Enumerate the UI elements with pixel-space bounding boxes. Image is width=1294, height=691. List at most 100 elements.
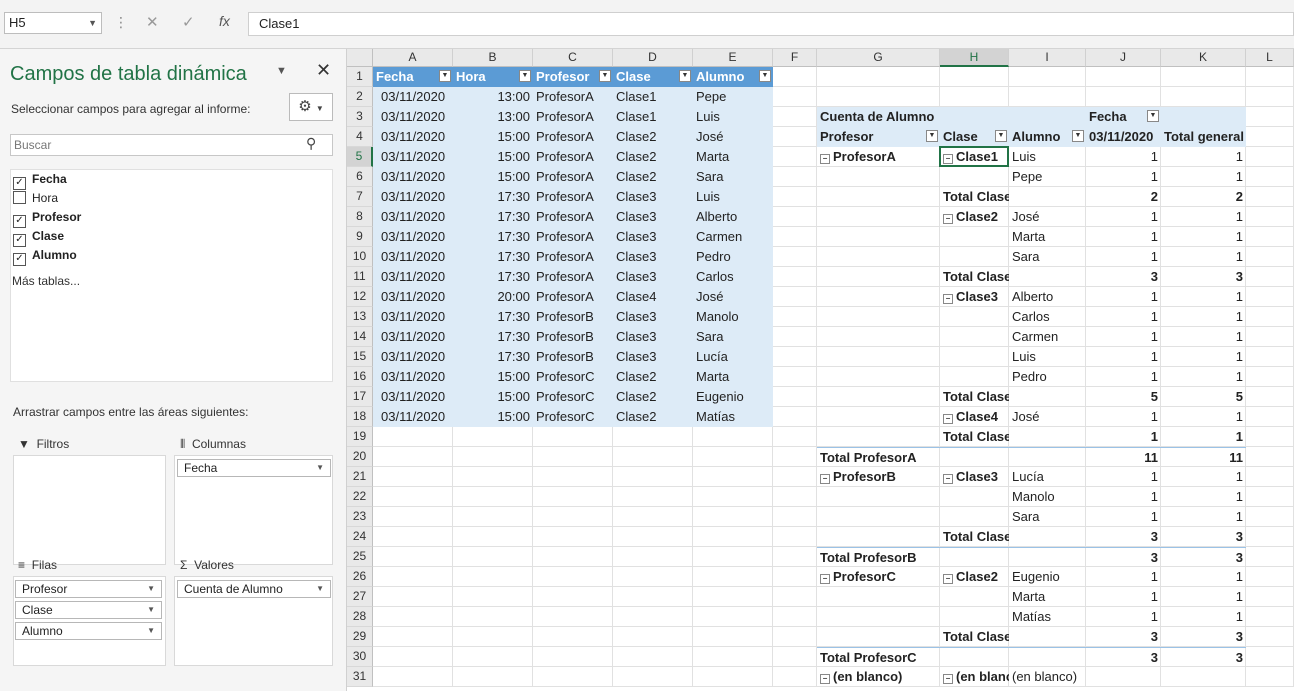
row-header-14[interactable]: 14 (347, 327, 373, 347)
pivot-value[interactable]: 1 (1086, 427, 1161, 447)
insert-function-icon[interactable]: fx (219, 13, 230, 29)
table-cell[interactable]: ProfesorC (533, 407, 613, 427)
pivot-value[interactable]: 1 (1086, 567, 1161, 587)
pivot-value[interactable]: 1 (1086, 147, 1161, 167)
pivot-value[interactable]: 1 (1161, 507, 1246, 527)
pivot-value[interactable]: 11 (1161, 447, 1246, 467)
pivot-value[interactable]: 1 (1161, 427, 1246, 447)
table-cell[interactable]: Luis (693, 107, 773, 127)
pivot-value[interactable]: 1 (1086, 587, 1161, 607)
pivot-value[interactable]: 5 (1161, 387, 1246, 407)
table-cell[interactable]: 03/11/2020 (373, 227, 453, 247)
row-header-26[interactable]: 26 (347, 567, 373, 587)
pivot-value[interactable]: 1 (1086, 407, 1161, 427)
pivot-value[interactable]: 1 (1161, 487, 1246, 507)
pivot-row-label[interactable]: − Clase2 (940, 567, 1009, 587)
pivot-row-label[interactable] (940, 347, 1009, 367)
row-header-22[interactable]: 22 (347, 487, 373, 507)
pivot-row-label[interactable]: Eugenio (1009, 567, 1086, 587)
table-cell[interactable]: Clase3 (613, 267, 693, 287)
row-header-13[interactable]: 13 (347, 307, 373, 327)
table-cell[interactable]: 17:30 (453, 247, 533, 267)
pivot-value[interactable]: 3 (1161, 527, 1246, 547)
pivot-row-header-clase[interactable]: Clase ▼ (940, 127, 1009, 147)
table-cell[interactable]: ProfesorB (533, 347, 613, 367)
collapse-icon[interactable]: − (943, 574, 953, 584)
table-cell[interactable]: José (693, 287, 773, 307)
filter-dropdown-icon[interactable]: ▼ (759, 70, 771, 82)
pivot-row-label[interactable]: Carmen (1009, 327, 1086, 347)
pivot-row-label[interactable]: Carlos (1009, 307, 1086, 327)
pivot-row-label[interactable] (1009, 387, 1086, 407)
table-cell[interactable]: Sara (693, 327, 773, 347)
pivot-row-label[interactable]: − Clase3 (940, 287, 1009, 307)
table-header-alumno[interactable]: Alumno ▼ (693, 67, 773, 87)
row-header-4[interactable]: 4 (347, 127, 373, 147)
table-cell[interactable]: Clase3 (613, 307, 693, 327)
table-cell[interactable]: 15:00 (453, 167, 533, 187)
pivot-value[interactable]: 1 (1161, 227, 1246, 247)
pivot-row-label[interactable] (817, 307, 940, 327)
pivot-value[interactable]: 1 (1086, 307, 1161, 327)
pivot-row-label[interactable] (817, 507, 940, 527)
table-cell[interactable]: ProfesorA (533, 127, 613, 147)
table-cell[interactable]: Pedro (693, 247, 773, 267)
pivot-row-label[interactable] (817, 267, 940, 287)
pivot-row-label[interactable] (817, 387, 940, 407)
column-header-c[interactable]: C (533, 49, 613, 67)
column-header-e[interactable]: E (693, 49, 773, 67)
table-cell[interactable]: 03/11/2020 (373, 247, 453, 267)
collapse-icon[interactable]: − (820, 154, 830, 164)
table-cell[interactable]: Clase2 (613, 127, 693, 147)
pivot-value[interactable]: 3 (1086, 627, 1161, 647)
pivot-value[interactable]: 1 (1086, 487, 1161, 507)
pivot-row-label[interactable]: − Clase2 (940, 207, 1009, 227)
pivot-value[interactable]: 1 (1161, 167, 1246, 187)
pivot-value[interactable]: 1 (1161, 407, 1246, 427)
table-header-profesor[interactable]: Profesor ▼ (533, 67, 613, 87)
pivot-row-label[interactable] (1009, 547, 1086, 567)
table-cell[interactable]: Alberto (693, 207, 773, 227)
pivot-value[interactable]: 1 (1161, 587, 1246, 607)
table-cell[interactable]: 17:30 (453, 207, 533, 227)
close-icon[interactable]: ✕ (316, 60, 331, 81)
field-item-fecha[interactable]: ✓ Fecha (13, 170, 67, 190)
column-header-b[interactable]: B (453, 49, 533, 67)
area-field-chip[interactable]: Profesor ▼ (15, 580, 162, 598)
row-header-17[interactable]: 17 (347, 387, 373, 407)
pivot-row-label[interactable] (1009, 647, 1086, 667)
pivot-row-label[interactable] (940, 307, 1009, 327)
pivot-row-label[interactable] (1009, 267, 1086, 287)
filter-dropdown-icon[interactable]: ▼ (995, 130, 1007, 142)
pivot-row-label[interactable]: −(en blanco) (817, 667, 940, 687)
worksheet-grid[interactable]: ABCDEFGHIJKL 1 2 3 4 5 6 7 8 9 10 11 12 13 14 15 16 17 18… (347, 49, 1294, 691)
table-cell[interactable]: Sara (693, 167, 773, 187)
table-cell[interactable]: 15:00 (453, 147, 533, 167)
check-icon[interactable]: ✓ (182, 13, 195, 31)
table-cell[interactable]: 13:00 (453, 87, 533, 107)
collapse-icon[interactable]: − (943, 214, 953, 224)
pivot-value[interactable]: 2 (1161, 187, 1246, 207)
pivot-row-label[interactable]: − Clase4 (940, 407, 1009, 427)
name-box[interactable]: H5 ▼ (4, 12, 102, 34)
pivot-row-label[interactable] (1009, 187, 1086, 207)
pivot-row-label[interactable] (940, 447, 1009, 467)
pivot-value[interactable]: 1 (1161, 147, 1246, 167)
table-cell[interactable]: Eugenio (693, 387, 773, 407)
pivot-row-label[interactable]: Marta (1009, 227, 1086, 247)
pivot-row-label[interactable]: Alberto (1009, 287, 1086, 307)
field-checkbox[interactable]: ✓ (13, 253, 26, 266)
pivot-value[interactable]: 1 (1086, 367, 1161, 387)
pivot-row-label[interactable] (817, 327, 940, 347)
pivot-row-label[interactable]: Total ProfesorA (817, 447, 940, 467)
table-cell[interactable]: ProfesorA (533, 147, 613, 167)
pivot-value[interactable]: 1 (1086, 607, 1161, 627)
pivot-cell[interactable] (940, 107, 1009, 127)
pivot-row-label[interactable] (817, 487, 940, 507)
row-header-16[interactable]: 16 (347, 367, 373, 387)
tools-button[interactable]: ⚙ ▼ (289, 93, 333, 121)
filter-dropdown-icon[interactable]: ▼ (439, 70, 451, 82)
table-cell[interactable]: Clase3 (613, 347, 693, 367)
search-input[interactable]: Buscar (10, 134, 333, 156)
pivot-row-label[interactable] (940, 487, 1009, 507)
